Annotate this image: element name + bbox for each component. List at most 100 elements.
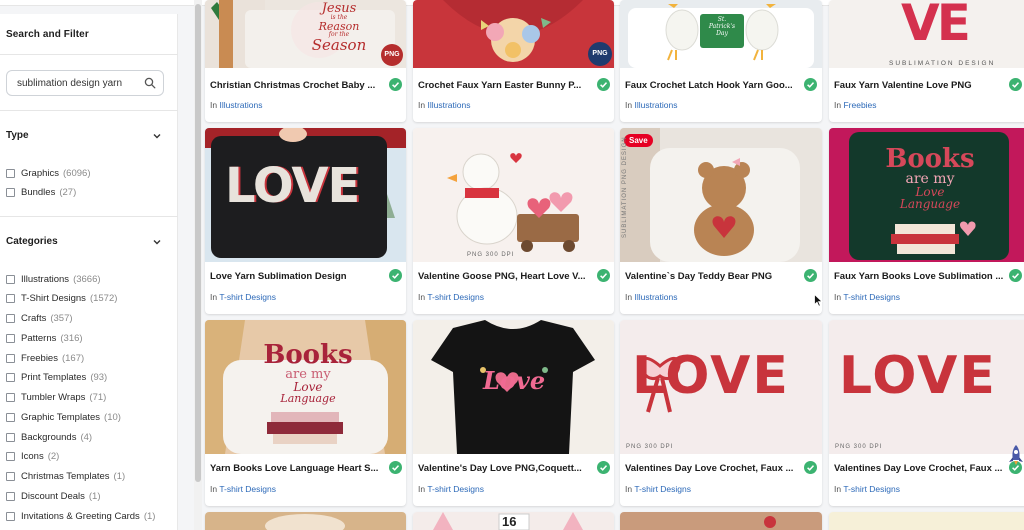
option-label: Bundles [21, 186, 56, 198]
category-option[interactable]: Christmas Templates (1) [6, 470, 125, 484]
image-text: Day [716, 29, 728, 37]
category-link[interactable]: Illustrations [219, 100, 262, 110]
category-prefix: In [418, 292, 426, 302]
image-text: Books [263, 340, 353, 370]
search-input[interactable] [17, 76, 137, 90]
category-option[interactable]: Tumbler Wraps (71) [6, 391, 106, 405]
category-link[interactable]: T-shirt Designs [843, 484, 900, 494]
product-title[interactable]: Faux Yarn Valentine Love PNG [834, 80, 1006, 91]
product-card[interactable]: LOVE Love Yarn Sublimation Design In T-s… [205, 128, 406, 314]
product-image[interactable] [620, 128, 822, 262]
category-option[interactable]: Backgrounds (4) [6, 430, 92, 444]
product-title[interactable]: Valentine's Day Love PNG,Coquett... [418, 463, 590, 474]
product-title[interactable]: Crochet Faux Yarn Easter Bunny P... [418, 80, 590, 91]
product-card[interactable]: Love Valentine's Day Love PNG,Coquett...… [413, 320, 614, 506]
product-title[interactable]: Christian Christmas Crochet Baby ... [210, 80, 382, 91]
option-label: Christmas Templates [21, 471, 110, 482]
pinterest-save-button[interactable]: Save [624, 134, 653, 147]
product-card[interactable] [620, 512, 822, 530]
checkbox[interactable] [6, 472, 15, 481]
category-link[interactable]: T-shirt Designs [427, 292, 484, 302]
product-title[interactable]: Valentine`s Day Teddy Bear PNG [625, 271, 797, 282]
category-option[interactable]: Illustrations (3666) [6, 272, 101, 286]
product-title[interactable]: Love Yarn Sublimation Design [210, 271, 382, 282]
category-option[interactable]: Discount Deals (1) [6, 489, 101, 503]
search-box[interactable] [6, 70, 164, 96]
product-title[interactable]: Faux Crochet Latch Hook Yarn Goo... [625, 80, 797, 91]
product-card[interactable]: Save SUBLIMATION PNG DESIGN Valentine`s … [620, 128, 822, 314]
type-section-heading[interactable]: Type [6, 130, 29, 141]
category-link[interactable]: Freebies [843, 100, 876, 110]
product-card[interactable]: St. Patrick's Day Faux Crochet Latch Hoo… [620, 0, 822, 122]
category-link[interactable]: T-shirt Designs [427, 484, 484, 494]
product-card[interactable] [829, 512, 1024, 530]
product-card[interactable]: VE SUBLIMATION DESIGN Faux Yarn Valentin… [829, 0, 1024, 122]
checkbox[interactable] [6, 314, 15, 323]
product-card[interactable] [205, 512, 406, 530]
checkbox[interactable] [6, 452, 15, 462]
category-option[interactable]: Print Templates (93) [6, 371, 107, 385]
product-title[interactable]: Valentine Goose PNG, Heart Love V... [418, 271, 590, 282]
product-image[interactable] [829, 512, 1024, 530]
category-option[interactable]: Graphic Templates (10) [6, 410, 121, 424]
product-title[interactable]: Yarn Books Love Language Heart S... [210, 463, 382, 474]
category-link[interactable]: Illustrations [427, 100, 470, 110]
checkbox[interactable] [6, 511, 15, 521]
product-image[interactable] [413, 128, 614, 262]
checkbox[interactable] [6, 432, 15, 442]
checkbox[interactable] [6, 168, 15, 178]
png-badge: PNG [588, 42, 612, 66]
option-count: (2) [47, 451, 60, 463]
checkbox[interactable] [6, 353, 15, 363]
product-card[interactable]: 16 [413, 512, 614, 530]
option-count: (71) [89, 392, 107, 403]
checkbox[interactable] [6, 373, 15, 383]
category-option[interactable]: T-Shirt Designs (1572) [6, 292, 117, 306]
product-card[interactable]: Books are my Love Language Faux Yarn Boo… [829, 128, 1024, 314]
check-circle-icon [1009, 269, 1022, 282]
checkbox[interactable] [6, 333, 15, 343]
category-option[interactable]: Icons (2) [6, 450, 59, 464]
rocket-icon[interactable] [1008, 444, 1024, 466]
search-icon[interactable] [144, 77, 156, 89]
option-count: (316) [60, 332, 83, 344]
checkbox[interactable] [6, 274, 15, 284]
categories-section-heading[interactable]: Categories [6, 236, 58, 247]
image-text: Books [885, 144, 975, 174]
product-title[interactable]: Valentines Day Love Crochet, Faux ... [625, 463, 797, 474]
product-title[interactable]: Faux Yarn Books Love Sublimation ... [834, 271, 1006, 282]
product-image[interactable] [205, 512, 406, 530]
product-category: In Illustrations [210, 100, 262, 110]
product-card[interactable]: Books are my Love Language Yarn Books Lo… [205, 320, 406, 506]
product-title[interactable]: Valentines Day Love Crochet, Faux ... [834, 463, 1006, 474]
chevron-down-icon[interactable] [152, 237, 162, 247]
checkbox[interactable] [6, 491, 15, 501]
chevron-down-icon[interactable] [152, 131, 162, 141]
product-card[interactable]: LOVE PNG 300 DPI Valentines Day Love Cro… [620, 320, 822, 506]
category-option[interactable]: Freebies (167) [6, 351, 84, 365]
product-category: In Illustrations [418, 100, 470, 110]
product-image[interactable] [413, 0, 614, 68]
checkbox[interactable] [6, 294, 15, 304]
scrollbar-thumb[interactable] [195, 4, 201, 482]
category-option[interactable]: Patterns (316) [6, 331, 83, 345]
option-label: Illustrations [21, 273, 70, 285]
type-option-bundles[interactable]: Bundles (27) [6, 185, 76, 199]
category-link[interactable]: T-shirt Designs [219, 292, 276, 302]
product-image[interactable] [620, 512, 822, 530]
product-card[interactable]: PNG 300 DPI Valentine Goose PNG, Heart L… [413, 128, 614, 314]
product-card[interactable]: PNG Crochet Faux Yarn Easter Bunny P... … [413, 0, 614, 122]
checkbox[interactable] [6, 412, 15, 422]
product-card[interactable]: LOVE PNG 300 DPI Valentines Day Love Cro… [829, 320, 1024, 506]
category-link[interactable]: Illustrations [634, 292, 677, 302]
type-option-graphics[interactable]: Graphics (6096) [6, 166, 90, 180]
category-option[interactable]: Crafts (357) [6, 312, 73, 326]
checkbox[interactable] [6, 393, 15, 402]
category-link[interactable]: T-shirt Designs [219, 484, 276, 494]
product-card[interactable]: Jesus is the Reason for the Season PNG C… [205, 0, 406, 122]
checkbox[interactable] [6, 187, 15, 197]
category-link[interactable]: Illustrations [634, 100, 677, 110]
category-option[interactable]: Invitations & Greeting Cards (1) [6, 509, 155, 523]
category-link[interactable]: T-shirt Designs [634, 484, 691, 494]
category-link[interactable]: T-shirt Designs [843, 292, 900, 302]
